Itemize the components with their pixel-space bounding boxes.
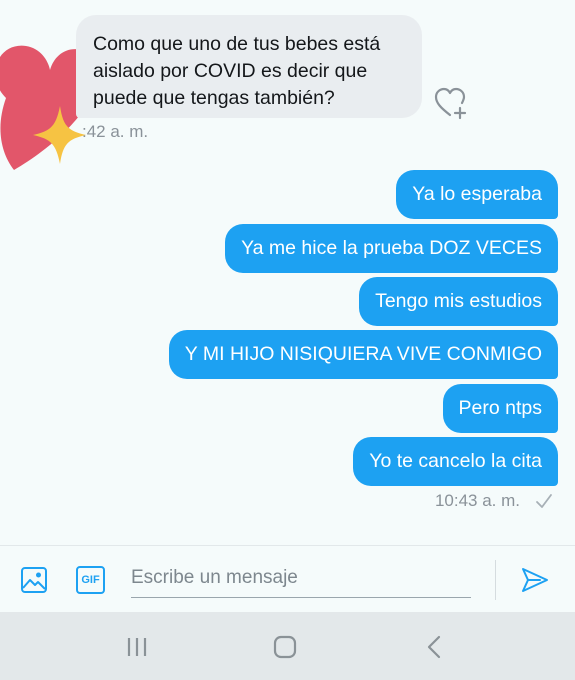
- back-icon[interactable]: [426, 635, 442, 659]
- sparkle-sticker-icon: [33, 106, 86, 164]
- outgoing-message-bubble[interactable]: Ya me hice la prueba DOZ VECES: [225, 224, 558, 273]
- recents-icon[interactable]: [126, 636, 148, 658]
- incoming-message-line: puede que tengas también?: [93, 87, 335, 109]
- heart-add-icon[interactable]: [433, 86, 469, 120]
- outgoing-message-bubble[interactable]: Ya lo esperaba: [396, 170, 558, 219]
- outgoing-message-bubble[interactable]: Pero ntps: [442, 384, 558, 433]
- home-icon[interactable]: [273, 635, 297, 659]
- gif-label: GIF: [81, 574, 100, 586]
- outgoing-message-bubble[interactable]: Y MI HIJO NISIQUIERA VIVE CONMIGO: [168, 330, 558, 379]
- outgoing-message-bubble[interactable]: Tengo mis estudios: [359, 277, 558, 326]
- incoming-message-bubble[interactable]: Como que uno de tus bebes está aislado p…: [76, 15, 422, 118]
- message-composer: GIF: [0, 545, 575, 613]
- system-navigation-bar: [0, 612, 575, 680]
- composer-divider: [495, 560, 496, 600]
- incoming-timestamp: :42 a. m.: [82, 122, 149, 141]
- message-input-wrapper: [131, 563, 471, 598]
- incoming-message-line: Como que uno de tus bebes está: [93, 33, 381, 55]
- message-input[interactable]: [131, 563, 471, 593]
- checkmark-icon: [536, 494, 552, 508]
- gif-icon[interactable]: GIF: [76, 566, 105, 594]
- outgoing-message-bubble[interactable]: Yo te cancelo la cita: [353, 437, 558, 486]
- image-icon[interactable]: [20, 566, 48, 594]
- send-icon[interactable]: [520, 566, 550, 594]
- incoming-message-line: aislado por COVID es decir que: [93, 60, 368, 82]
- conversation-view: Como que uno de tus bebes está aislado p…: [0, 0, 575, 545]
- outgoing-timestamp: 10:43 a. m.: [434, 491, 520, 510]
